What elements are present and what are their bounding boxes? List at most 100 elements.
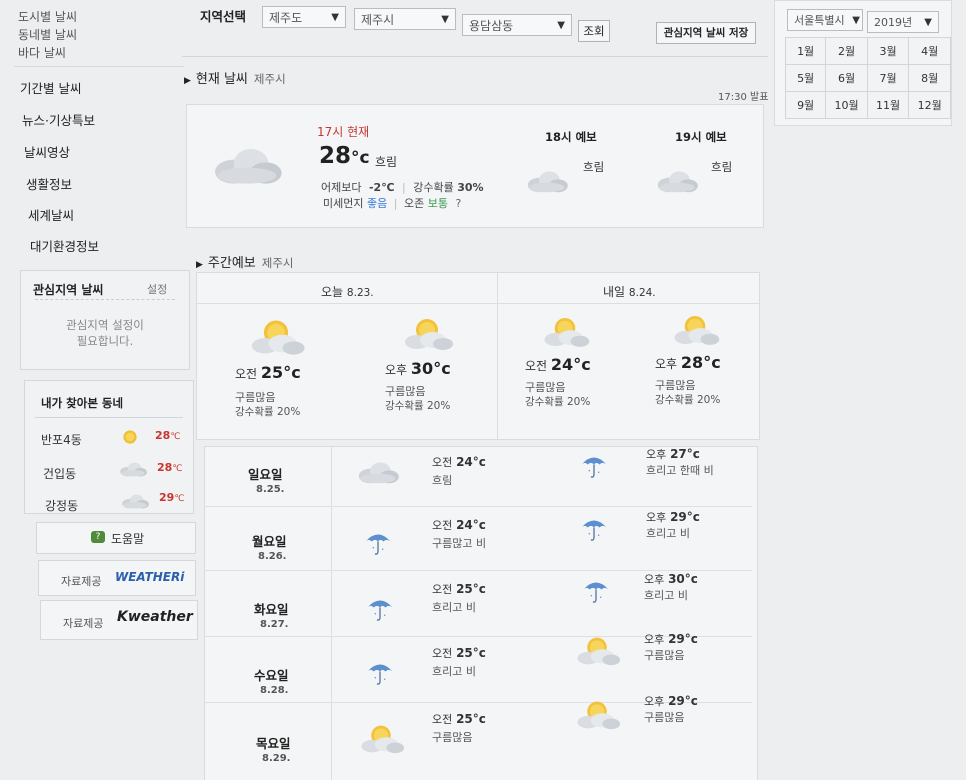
am-temp: 오전 25°c bbox=[432, 711, 486, 727]
ampm-label: 오전 bbox=[235, 367, 258, 381]
weekly-header: 오늘 8.23. 내일 8.24. bbox=[197, 273, 759, 304]
favorites-message-line2: 필요합니다. bbox=[76, 334, 134, 348]
calendar-year-select[interactable]: 2019년 ▼ bbox=[867, 11, 939, 33]
ampm-label: 오후 bbox=[655, 357, 678, 371]
sun-icon bbox=[119, 426, 141, 448]
provider-kweather[interactable]: 자료제공 Kweather bbox=[40, 600, 198, 640]
temp-value: 24°c bbox=[550, 355, 591, 374]
save-favorite-button[interactable]: 관심지역 날씨 저장 bbox=[656, 22, 756, 44]
partly-cloudy-icon bbox=[243, 317, 309, 357]
ampm-label: 오전 bbox=[432, 713, 453, 726]
month-cell[interactable]: 1월 bbox=[784, 37, 827, 65]
month-cell[interactable]: 4월 bbox=[908, 37, 951, 65]
month-cell[interactable]: 7월 bbox=[866, 64, 910, 92]
tomorrow-label: 내일 bbox=[603, 285, 626, 299]
issued-time: 17:30 발표 bbox=[718, 92, 769, 103]
provider-label: 자료제공 bbox=[61, 575, 102, 588]
temp-value: 25°c bbox=[456, 646, 486, 660]
am-desc: 흐림 bbox=[432, 474, 453, 487]
ampm-label: 오전 bbox=[432, 519, 453, 532]
help-button[interactable]: ? 도움말 bbox=[36, 522, 196, 554]
cloud-icon bbox=[653, 169, 701, 193]
sidebar-item-news[interactable]: 뉴스·기상특보 bbox=[22, 110, 95, 129]
partly-cloudy-icon bbox=[570, 699, 624, 731]
ozone-value: 보통 bbox=[427, 197, 448, 210]
town-select[interactable]: 용담삼동 ▼ bbox=[462, 14, 572, 36]
province-value: 제주도 bbox=[269, 11, 303, 25]
partly-cloudy-icon bbox=[537, 315, 593, 349]
dust-value: 좋음 bbox=[366, 197, 388, 210]
ampm-label: 오후 bbox=[644, 695, 665, 708]
sidebar-item-air-quality[interactable]: 대기환경정보 bbox=[30, 236, 99, 255]
current-temp: 28°c bbox=[319, 143, 370, 169]
favorites-title: 관심지역 날씨 bbox=[33, 283, 104, 297]
month-cell[interactable]: 6월 bbox=[825, 64, 868, 92]
forecast-19-condition: 흐림 bbox=[711, 160, 733, 174]
forecast-18-condition: 흐림 bbox=[583, 160, 605, 174]
month-cell[interactable]: 8월 bbox=[908, 64, 951, 92]
provider-weatheri[interactable]: 자료제공 WEATHERi bbox=[38, 560, 196, 596]
tomorrow-pm-rain: 강수확률 20% bbox=[655, 394, 721, 406]
table-row: 일요일 8.25. 오전 24°c 흐림 오후 27°c 흐리고 한때 비 bbox=[204, 446, 756, 508]
chevron-down-icon: ▼ bbox=[557, 20, 565, 31]
current-condition: 흐림 bbox=[375, 155, 398, 169]
chevron-down-icon: ▼ bbox=[852, 15, 860, 26]
month-cell[interactable]: 2월 bbox=[825, 37, 868, 65]
ampm-label: 오후 bbox=[644, 573, 665, 586]
ampm-label: 오후 bbox=[385, 363, 408, 377]
partly-cloudy-icon bbox=[397, 315, 457, 353]
am-desc: 흐리고 비 bbox=[432, 665, 476, 678]
visited-item-name[interactable]: 강정동 bbox=[45, 497, 78, 514]
sidebar-item-sea-weather[interactable]: 바다 날씨 bbox=[18, 44, 66, 61]
now-label: 17시 현재 bbox=[317, 125, 370, 139]
current-weather-panel: 17시 현재 28°c 흐림 어제보다 -2℃ | 강수확률 30% 미세먼지 … bbox=[186, 104, 764, 228]
today-am-rain: 강수확률 20% bbox=[235, 406, 301, 418]
month-cell[interactable]: 10월 bbox=[825, 91, 868, 119]
today-header: 오늘 8.23. bbox=[321, 283, 374, 300]
favorites-settings-link[interactable]: 설정 bbox=[147, 281, 167, 297]
ampm-label: 오전 bbox=[432, 647, 453, 660]
city-select[interactable]: 제주시 ▼ bbox=[354, 8, 456, 30]
calendar-region-select[interactable]: 서울특별시 ▼ bbox=[787, 9, 863, 31]
partly-cloudy-icon bbox=[667, 313, 723, 347]
ampm-label: 오전 bbox=[432, 456, 453, 469]
sidebar-item-video[interactable]: 날씨영상 bbox=[24, 142, 70, 161]
temp-value: 28 bbox=[157, 461, 173, 474]
divider bbox=[497, 273, 498, 303]
current-section-title: ▶ 현재 날씨 제주시 bbox=[184, 68, 286, 87]
month-cell[interactable]: 5월 bbox=[784, 64, 827, 92]
visited-item-temp: 28℃ bbox=[155, 429, 180, 442]
calendar-panel: 서울특별시 ▼ 2019년 ▼ 1월 2월 3월 4월 5월 6월 7월 8월 9월… bbox=[774, 0, 952, 126]
info-icon[interactable]: ? bbox=[455, 197, 461, 210]
day-date: 8.25. bbox=[256, 484, 285, 495]
sidebar-item-town-weather[interactable]: 동네별 날씨 bbox=[18, 26, 77, 43]
visited-item-temp: 28℃ bbox=[157, 461, 182, 474]
search-button[interactable]: 조회 bbox=[578, 20, 610, 42]
month-cell[interactable]: 3월 bbox=[866, 37, 910, 65]
provider-label: 자료제공 bbox=[63, 617, 104, 630]
sidebar-item-period-weather[interactable]: 기간별 날씨 bbox=[20, 78, 81, 97]
temp-unit: ℃ bbox=[170, 432, 181, 442]
partly-cloudy-icon bbox=[354, 723, 408, 755]
visited-item-name[interactable]: 건입동 bbox=[43, 465, 76, 482]
forecast-18-label: 18시 예보 bbox=[545, 130, 597, 144]
partly-cloudy-icon bbox=[570, 635, 624, 667]
province-select[interactable]: 제주도 ▼ bbox=[262, 6, 346, 28]
sidebar-item-life-info[interactable]: 생활정보 bbox=[26, 174, 72, 193]
temp-value: 30°c bbox=[410, 359, 451, 378]
temp-value: 25°c bbox=[260, 363, 301, 382]
yesterday-label: 어제보다 bbox=[321, 181, 362, 194]
month-cell[interactable]: 12월 bbox=[908, 91, 951, 119]
visited-item-name[interactable]: 반포4동 bbox=[41, 431, 82, 448]
triangle-icon: ▶ bbox=[196, 260, 203, 270]
cloud-icon bbox=[354, 460, 402, 484]
sidebar-item-world-weather[interactable]: 세계날씨 bbox=[28, 205, 74, 224]
month-cell[interactable]: 11월 bbox=[866, 91, 910, 119]
sidebar-item-city-weather[interactable]: 도시별 날씨 bbox=[18, 8, 77, 25]
table-row: 화요일 8.27. 오전 25°c 흐리고 비 오후 30°c 흐리고 비 bbox=[204, 570, 752, 633]
month-cell[interactable]: 9월 bbox=[784, 91, 827, 119]
temp-value: 24°c bbox=[456, 518, 486, 532]
pm-desc: 구름많음 bbox=[644, 711, 685, 724]
chevron-down-icon: ▼ bbox=[924, 17, 932, 28]
tomorrow-am-rain: 강수확률 20% bbox=[525, 396, 591, 408]
